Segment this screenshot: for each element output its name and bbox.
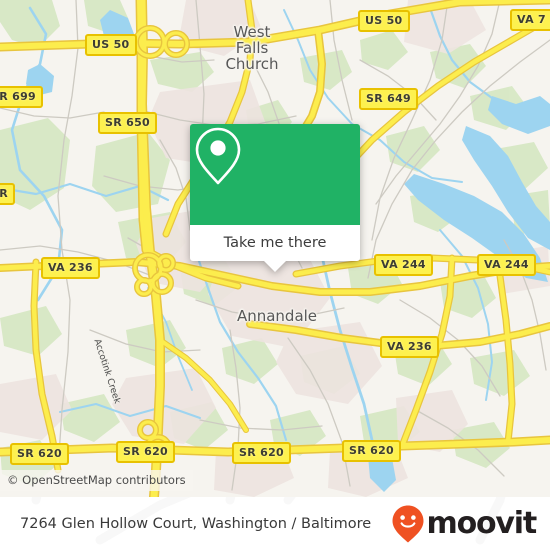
address-label: 7264 Glen Hollow Court, Washington / Bal… [20, 515, 372, 532]
shield-va-244-west: VA 244 [374, 254, 433, 276]
map-canvas[interactable]: West Falls Church Annandale Accotink Cree… [0, 0, 550, 497]
footer-bar: 7264 Glen Hollow Court, Washington / Bal… [0, 497, 550, 550]
shield-va-244-east: VA 244 [477, 254, 536, 276]
popup-pointer-tail [264, 261, 286, 272]
moovit-smiley-pin-icon [392, 505, 424, 542]
popup-image-area [190, 124, 360, 225]
shield-sr-699: SR 699 [0, 86, 43, 108]
shield-sr-620-a: SR 620 [10, 443, 69, 465]
take-me-there-label: Take me there [223, 235, 327, 251]
shield-sr-620-c: SR 620 [232, 442, 291, 464]
shield-left-edge: SR [0, 183, 15, 205]
moovit-brand-logo[interactable]: moovit [391, 504, 538, 544]
shield-va-236-north: VA 236 [41, 257, 100, 279]
shield-va-7: VA 7 [510, 9, 550, 31]
shield-va-236-south: VA 236 [380, 336, 439, 358]
shield-us-50-east: US 50 [358, 10, 410, 32]
moovit-map-screenshot: West Falls Church Annandale Accotink Cree… [0, 0, 550, 550]
shield-sr-649: SR 649 [359, 88, 418, 110]
destination-popup-card[interactable]: Take me there [190, 124, 360, 272]
moovit-wordmark: moovit [426, 505, 538, 541]
shield-sr-650: SR 650 [98, 112, 157, 134]
shield-sr-620-b: SR 620 [116, 441, 175, 463]
osm-attribution[interactable]: © OpenStreetMap contributors [0, 470, 193, 491]
location-pin-icon [195, 127, 241, 185]
shield-sr-620-d: SR 620 [342, 440, 401, 462]
shield-us-50-west: US 50 [85, 34, 137, 56]
take-me-there-button[interactable]: Take me there [190, 225, 360, 272]
